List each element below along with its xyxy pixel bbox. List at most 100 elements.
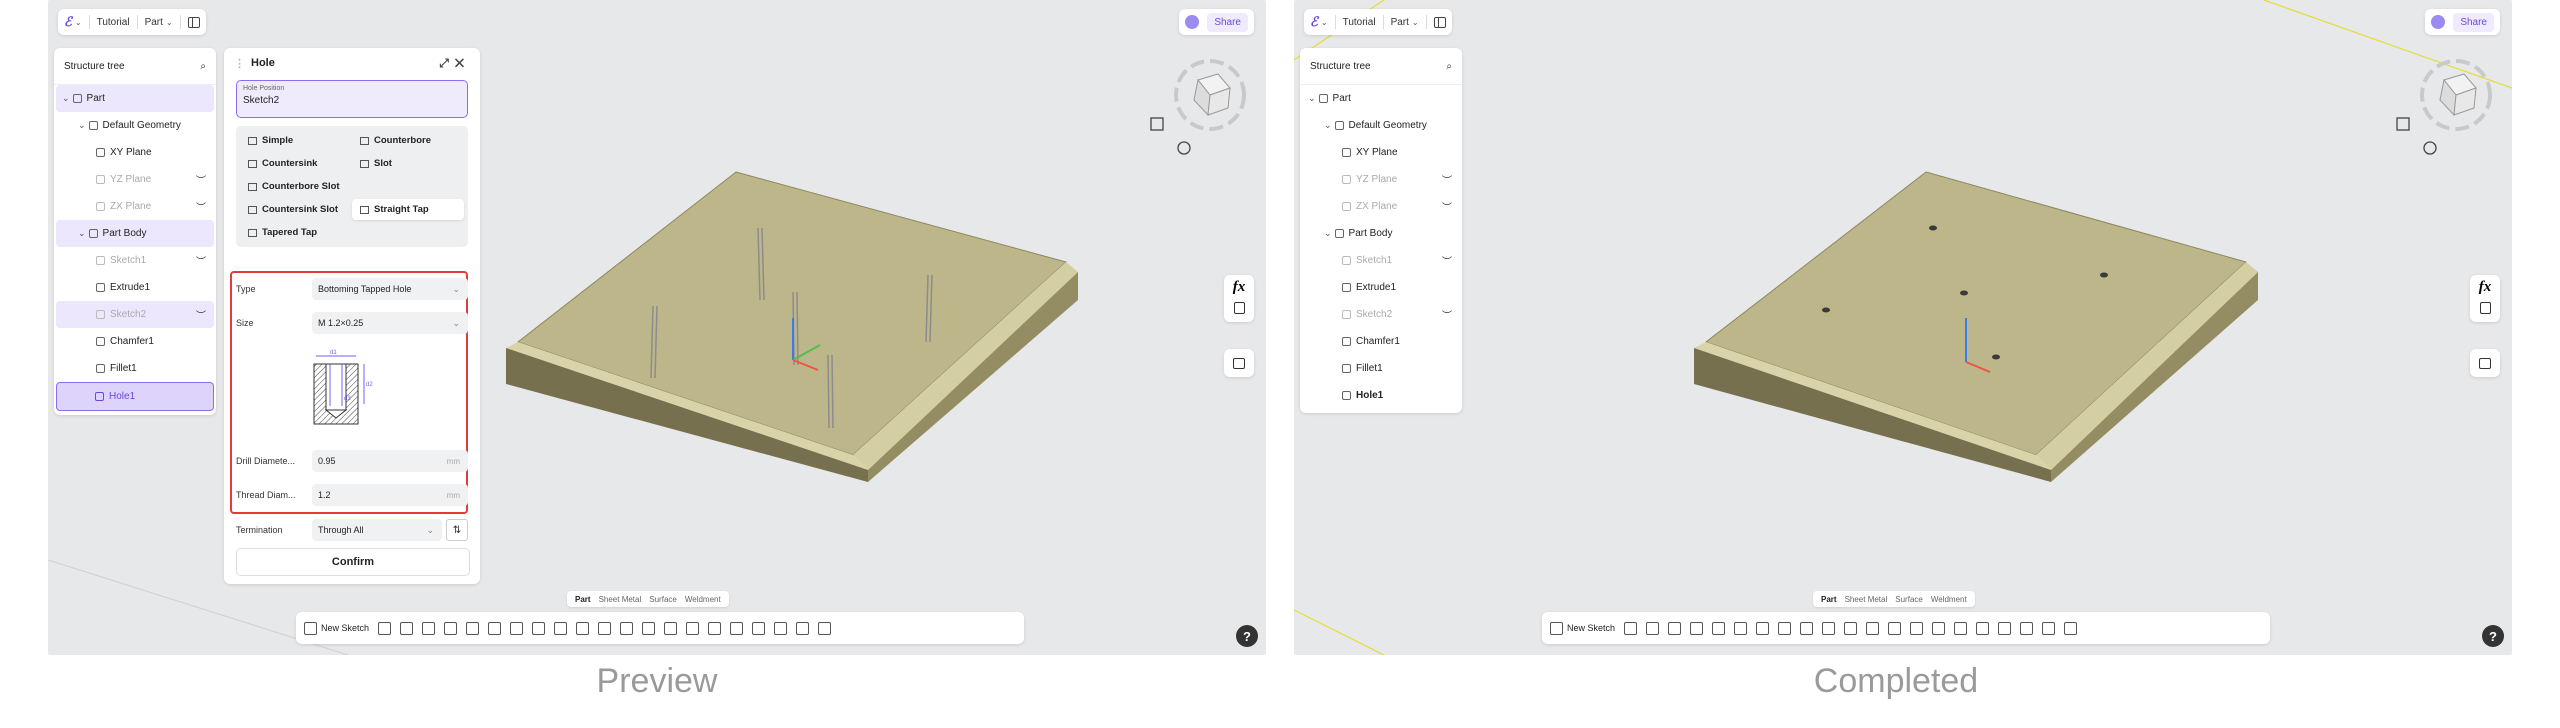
project-name[interactable]: Tutorial: [97, 17, 130, 28]
avatar[interactable]: [1185, 15, 1200, 29]
tab-sheet-metal[interactable]: Sheet Metal: [1841, 595, 1892, 604]
draft-tool-icon[interactable]: [1822, 621, 1836, 635]
mirror-tool-icon[interactable]: [642, 621, 656, 635]
project-name[interactable]: Tutorial: [1343, 17, 1376, 28]
new-sketch-button[interactable]: New Sketch: [1567, 623, 1615, 633]
completed-3d-scene[interactable]: [1294, 0, 2512, 655]
hidden-eye-icon[interactable]: ︶: [196, 172, 206, 187]
hole-tool-icon[interactable]: [488, 621, 502, 635]
fit-view-icon[interactable]: [2396, 117, 2410, 131]
pin-icon[interactable]: ⤢: [439, 56, 455, 70]
thicken-tool-icon[interactable]: [598, 621, 612, 635]
tree-item-chamfer1[interactable]: Chamfer1: [56, 328, 214, 355]
drag-handle-icon[interactable]: ⋮: [234, 57, 245, 70]
rib-tool-icon[interactable]: [466, 621, 480, 635]
share-button[interactable]: Share: [1207, 12, 1248, 32]
section-tool-icon[interactable]: [2042, 621, 2056, 635]
measure-tool-icon[interactable]: [774, 621, 788, 635]
help-button[interactable]: ?: [2482, 625, 2504, 647]
formula-icon[interactable]: fx: [2479, 275, 2492, 296]
scale-tool-icon[interactable]: [730, 621, 744, 635]
confirm-button[interactable]: Confirm: [236, 548, 470, 576]
pattern-tool-icon[interactable]: [1866, 621, 1880, 635]
hidden-eye-icon[interactable]: ︶: [196, 253, 206, 268]
hole-type-counterbore-slot[interactable]: Counterbore Slot: [240, 176, 464, 197]
shell-tool-icon[interactable]: [1800, 621, 1814, 635]
tree-item-chamfer1[interactable]: Chamfer1: [1302, 328, 1460, 355]
mode-selector[interactable]: Part: [1391, 17, 1409, 28]
hole-position-field[interactable]: Hole Position Sketch2: [236, 80, 468, 118]
chamfer-tool-icon[interactable]: [1756, 621, 1770, 635]
revolve-tool-icon[interactable]: [1646, 621, 1660, 635]
flip-direction-icon[interactable]: ⇅: [446, 519, 468, 541]
reference-tool-icon[interactable]: [1998, 621, 2012, 635]
chevron-down-icon[interactable]: ⌄: [1324, 228, 1332, 239]
split-tool-icon[interactable]: [708, 621, 722, 635]
tree-item-part-body[interactable]: ⌄ Part Body: [1302, 220, 1460, 247]
rib-tool-icon[interactable]: [1712, 621, 1726, 635]
fillet-tool-icon[interactable]: [1778, 621, 1792, 635]
tree-item-sketch1[interactable]: Sketch1 ︶: [1302, 247, 1460, 274]
hole-type-countersink[interactable]: Countersink: [240, 153, 352, 174]
tree-item-sketch2[interactable]: Sketch2 ︶: [1302, 301, 1460, 328]
fit-view-icon[interactable]: [1150, 117, 1164, 131]
shell-tool-icon[interactable]: [554, 621, 568, 635]
tab-sheet-metal[interactable]: Sheet Metal: [595, 595, 646, 604]
tree-item-zx-plane[interactable]: ZX Plane ︶: [56, 193, 214, 220]
tree-item-default-geometry[interactable]: ⌄ Default Geometry: [56, 112, 214, 139]
tab-weldment[interactable]: Weldment: [681, 595, 725, 604]
tree-item-part[interactable]: ⌄ Part: [1302, 85, 1460, 112]
view-cube[interactable]: [2420, 59, 2492, 131]
drill-diameter-input[interactable]: 0.95 mm: [312, 450, 468, 472]
mode-selector[interactable]: Part: [145, 17, 163, 28]
chevron-down-icon[interactable]: ⌄: [166, 18, 173, 27]
termination-select[interactable]: Through All ⌄: [312, 519, 442, 541]
hidden-eye-icon[interactable]: ︶: [196, 199, 206, 214]
share-button[interactable]: Share: [2453, 12, 2494, 32]
fillet-tool-icon[interactable]: [532, 621, 546, 635]
avatar[interactable]: [2431, 15, 2446, 29]
help-button[interactable]: ?: [1236, 625, 1258, 647]
new-sketch-icon[interactable]: [1550, 621, 1563, 635]
checklist-icon[interactable]: [1233, 302, 1245, 314]
hole-type-simple[interactable]: Simple: [240, 130, 352, 151]
tree-item-zx-plane[interactable]: ZX Plane ︶: [1302, 193, 1460, 220]
tree-item-extrude1[interactable]: Extrude1: [56, 274, 214, 301]
checklist-icon[interactable]: [2479, 302, 2491, 314]
scale-tool-icon[interactable]: [1976, 621, 1990, 635]
search-icon[interactable]: ⌕: [1446, 61, 1452, 72]
hidden-eye-icon[interactable]: ︶: [196, 307, 206, 322]
tab-weldment[interactable]: Weldment: [1927, 595, 1971, 604]
new-sketch-icon[interactable]: [304, 621, 317, 635]
display-mode-icon[interactable]: [1177, 141, 1191, 155]
chevron-down-icon[interactable]: ⌄: [78, 120, 86, 131]
revolve-tool-icon[interactable]: [400, 621, 414, 635]
pattern-tool-icon[interactable]: [620, 621, 634, 635]
hidden-eye-icon[interactable]: ︶: [1442, 307, 1452, 322]
preview-viewport[interactable]: ℰ ⌄ Tutorial Part ⌄ Share Structure tree…: [48, 0, 1266, 655]
boolean-tool-icon[interactable]: [686, 621, 700, 635]
hidden-eye-icon[interactable]: ︶: [1442, 199, 1452, 214]
thread-diameter-input[interactable]: 1.2 mm: [312, 484, 468, 506]
tree-item-yz-plane[interactable]: YZ Plane ︶: [56, 166, 214, 193]
tab-surface[interactable]: Surface: [1891, 595, 1927, 604]
section-tool-icon[interactable]: [796, 621, 810, 635]
size-select[interactable]: M 1.2×0.25 ⌄: [312, 312, 468, 334]
hole-type-straight-tap[interactable]: Straight Tap: [352, 199, 464, 220]
hidden-eye-icon[interactable]: ︶: [1442, 172, 1452, 187]
search-icon[interactable]: ⌕: [200, 61, 206, 72]
toggle-sidebar-icon[interactable]: [187, 16, 200, 28]
tree-item-fillet1[interactable]: Fillet1: [56, 355, 214, 382]
sweep-tool-icon[interactable]: [1668, 621, 1682, 635]
drawing-panel-button[interactable]: [1224, 349, 1254, 377]
hole-type-tapered-tap[interactable]: Tapered Tap: [240, 222, 352, 243]
chevron-down-icon[interactable]: ⌄: [1321, 18, 1328, 27]
chevron-down-icon[interactable]: ⌄: [78, 228, 86, 239]
hole-type-counterbore[interactable]: Counterbore: [352, 130, 464, 151]
formula-icon[interactable]: fx: [1233, 275, 1246, 296]
render-tool-icon[interactable]: [818, 621, 832, 635]
tree-item-hole1[interactable]: Hole1: [56, 382, 214, 411]
tab-part[interactable]: Part: [571, 595, 595, 604]
tree-item-hole1[interactable]: Hole1: [1302, 382, 1460, 409]
loft-tool-icon[interactable]: [444, 621, 458, 635]
